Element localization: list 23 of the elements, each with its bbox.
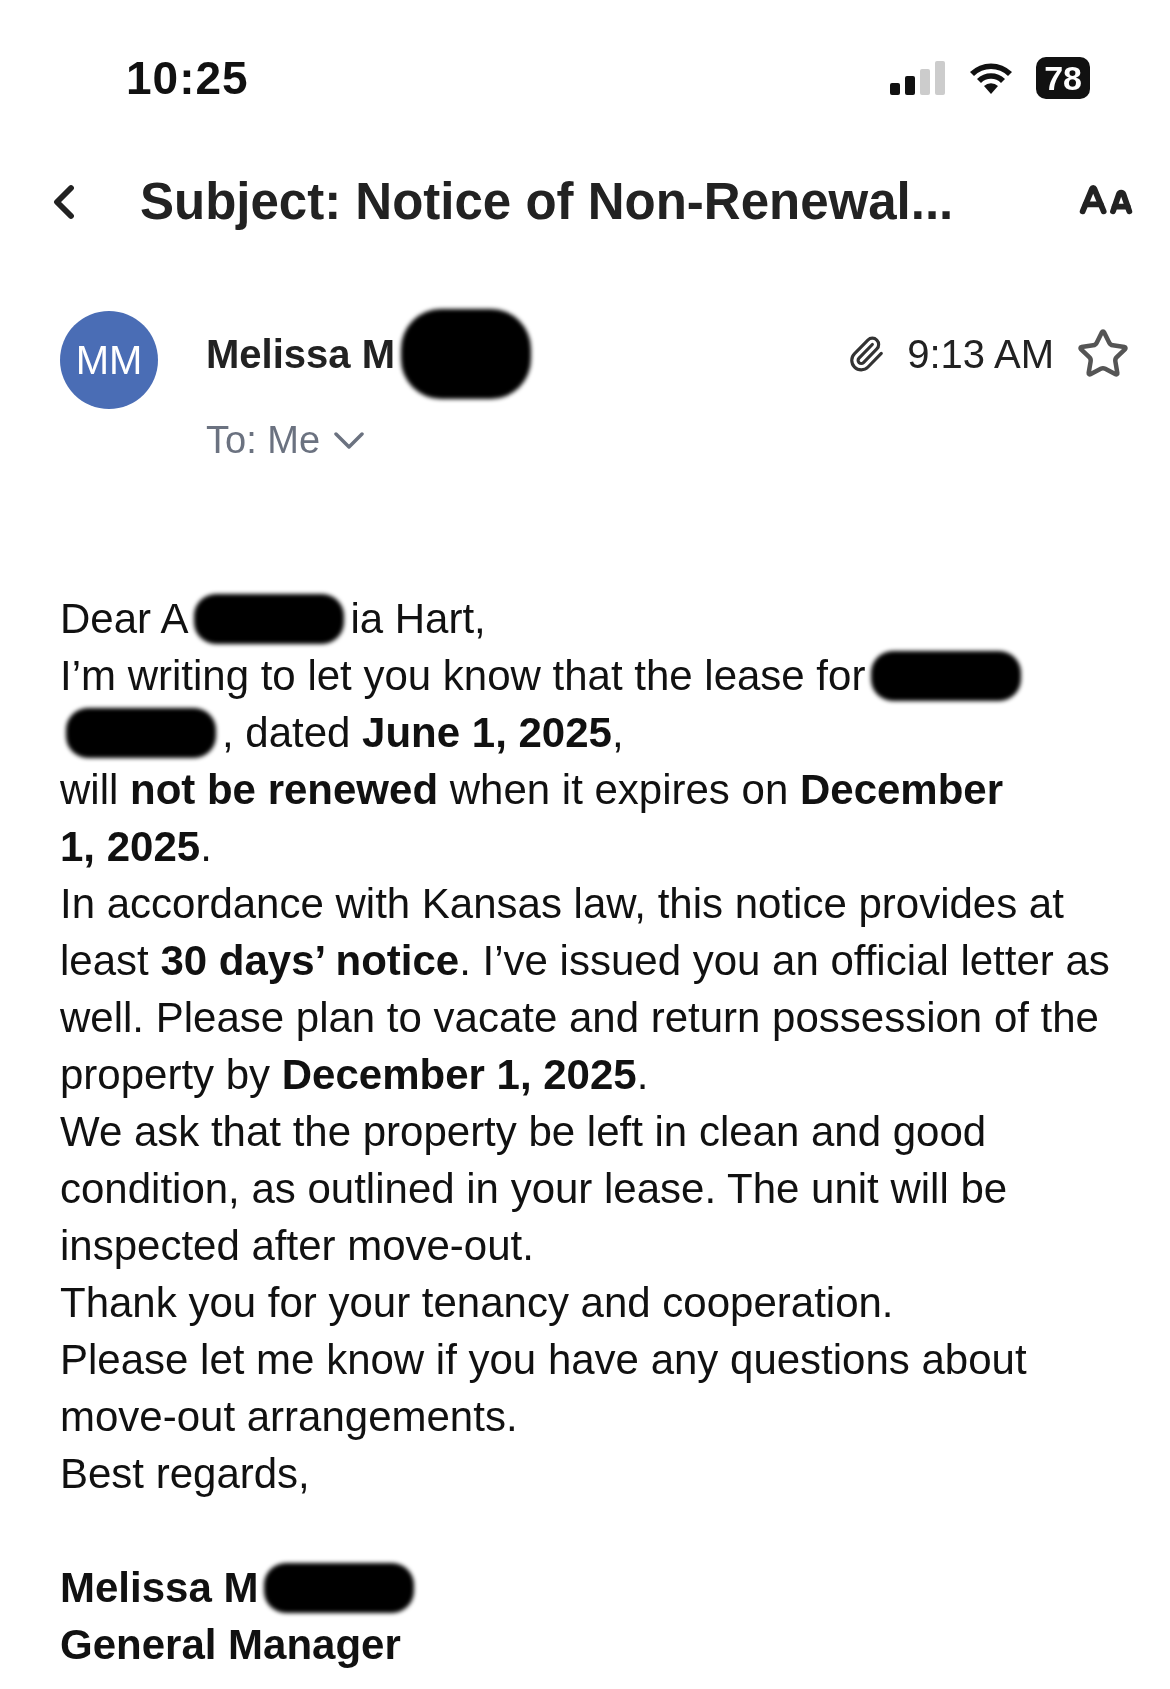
- wifi-icon: [968, 61, 1015, 95]
- received-time: 9:13 AM: [907, 331, 1054, 377]
- body-text: Thank you for your tenancy and cooperation.: [60, 1278, 895, 1328]
- battery-level: 78: [1036, 57, 1090, 99]
- body-text: In accordance with Kansas law, this notice provides at least 30 days’ notice. I’ve issued you an official letter as well. Please plan to vacate and return possession of the property by December 1, 2025.: [60, 879, 1111, 1100]
- sender-name: Melissa M: [206, 331, 395, 377]
- body-text: Best regards,: [60, 1449, 311, 1499]
- body-text: , dated June 1, 2025,: [222, 708, 624, 758]
- body-text: will not be renewed when it expires on December: [60, 765, 1004, 815]
- body-text: 1, 2025.: [60, 822, 212, 872]
- body-text: Melissa M: [60, 1563, 259, 1613]
- body-text: Dear A: [60, 594, 189, 644]
- signal-icon: [890, 61, 947, 95]
- body-text: General Manager: [60, 1620, 401, 1670]
- body-text: Please let me know if you have any questions about move-out arrangements.: [60, 1335, 1028, 1442]
- body-text: ia Hart,: [350, 594, 486, 644]
- sender-avatar: MM: [60, 311, 158, 409]
- body-text: We ask that the property be left in clean and good condition, as outlined in your lease. The unit will be inspected after move-out.: [60, 1107, 1009, 1271]
- body-text: I’m writing to let you know that the lease for: [60, 651, 866, 701]
- status-time: 10:25: [126, 51, 249, 105]
- email-subject: Subject: Notice of Non-Renewal...: [140, 172, 955, 231]
- chevron-down-icon: [334, 432, 365, 449]
- recipient-dropdown[interactable]: To: Me: [206, 419, 1130, 462]
